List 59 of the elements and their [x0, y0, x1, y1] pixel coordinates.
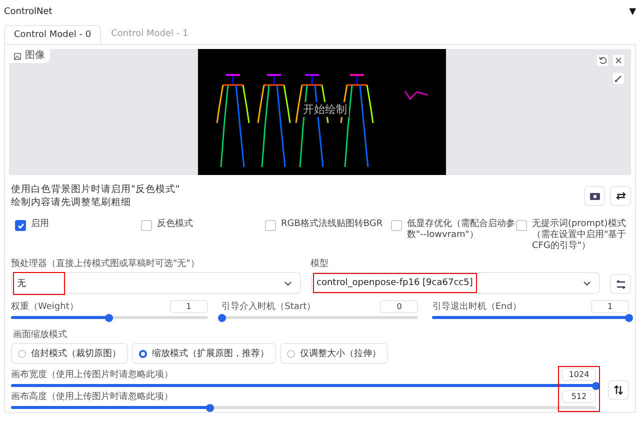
slider-track[interactable] [11, 384, 596, 387]
slider-label: 画布宽度（使用上传图片时请忽略此项） [11, 368, 173, 381]
radio-label: 信封模式（裁切原图） [31, 348, 121, 360]
image-label: 图像 [25, 51, 45, 61]
collapse-toggle[interactable]: ▼ [629, 7, 636, 17]
slider-label: 引导介入时机（Start） [222, 300, 316, 313]
tab[interactable]: Control Model - 0 [4, 25, 102, 45]
slider-thumb[interactable] [218, 314, 226, 322]
swap-arrows-icon [616, 192, 626, 200]
slider-thumb[interactable] [625, 314, 633, 322]
arrows-icon [616, 280, 626, 288]
checkbox-label: 低显存优化（需配合启动参数"--lowvram"） [407, 219, 516, 241]
image-icon [14, 52, 21, 60]
number-field[interactable]: 1 [591, 300, 629, 313]
slider-thumb[interactable] [206, 404, 214, 412]
swap-dimensions-button[interactable] [608, 380, 629, 400]
checkbox-label: 启用 [31, 219, 49, 230]
slider-track[interactable] [11, 316, 208, 319]
brush-icon[interactable] [613, 73, 624, 84]
chevron-down-icon [583, 280, 591, 286]
number-field[interactable]: 512 [562, 390, 596, 403]
dropdown[interactable]: 无 [11, 272, 300, 294]
field-label: 画面缩放模式 [13, 328, 68, 341]
checkbox-label: RGB格式法线贴图转BGR [281, 219, 383, 230]
radio-label: 缩放模式（扩展原图，推荐） [152, 348, 269, 360]
radio-option[interactable]: 仅调整大小（拉伸） [280, 343, 388, 364]
slider-label: 画布高度（使用上传图片时请忽略此项） [11, 390, 173, 403]
slider-label: 引导退出时机（End） [432, 300, 522, 313]
field-label: 模型 [310, 258, 330, 270]
checkbox-label: 反色模式 [157, 219, 193, 230]
canvas-hint: 开始绘制 [301, 102, 349, 117]
dropdown-value: 无 [17, 276, 26, 290]
checkbox[interactable] [15, 220, 26, 231]
number-field[interactable]: 0 [380, 300, 418, 313]
radio-option[interactable]: 缩放模式（扩展原图，推荐） [132, 343, 276, 364]
radio-option[interactable]: 信封模式（裁切原图） [11, 343, 128, 364]
dropdown-value: control_openpose-fp16 [9ca67cc5] [316, 278, 473, 288]
camera-icon [590, 192, 600, 200]
undo-icon[interactable] [597, 55, 608, 66]
chevron-down-icon [284, 280, 292, 286]
field-label: 预处理器（直接上传模式图或草稿时可选"无"） [11, 258, 200, 270]
radio-button[interactable] [139, 350, 147, 358]
number-field[interactable]: 1024 [562, 368, 596, 381]
slider-track[interactable] [11, 406, 596, 409]
number-field[interactable]: 1 [170, 300, 208, 313]
slider-label: 权重（Weight） [11, 300, 78, 313]
dropdown[interactable]: control_openpose-fp16 [9ca67cc5] [310, 272, 600, 294]
swap-vertical-icon [614, 385, 623, 395]
swap-button[interactable] [610, 186, 631, 206]
hint-text: 绘制内容请先调整笔刷粗细 [11, 196, 132, 209]
run-preprocessor-button[interactable] [610, 274, 631, 294]
image-canvas-area[interactable]: 图像 开始绘制 [9, 49, 631, 175]
checkbox-label: 无提示词(prompt)模式（需在设置中启用"基于CFG的引导"） [532, 219, 628, 252]
radio-label: 仅调整大小（拉伸） [300, 348, 381, 360]
panel-title: ControlNet [4, 7, 52, 17]
camera-button[interactable] [584, 186, 605, 206]
hint-text: 使用白色背景图片时请启用"反色模式" [11, 183, 181, 196]
close-icon[interactable] [613, 55, 624, 66]
slider-thumb[interactable] [105, 314, 114, 322]
